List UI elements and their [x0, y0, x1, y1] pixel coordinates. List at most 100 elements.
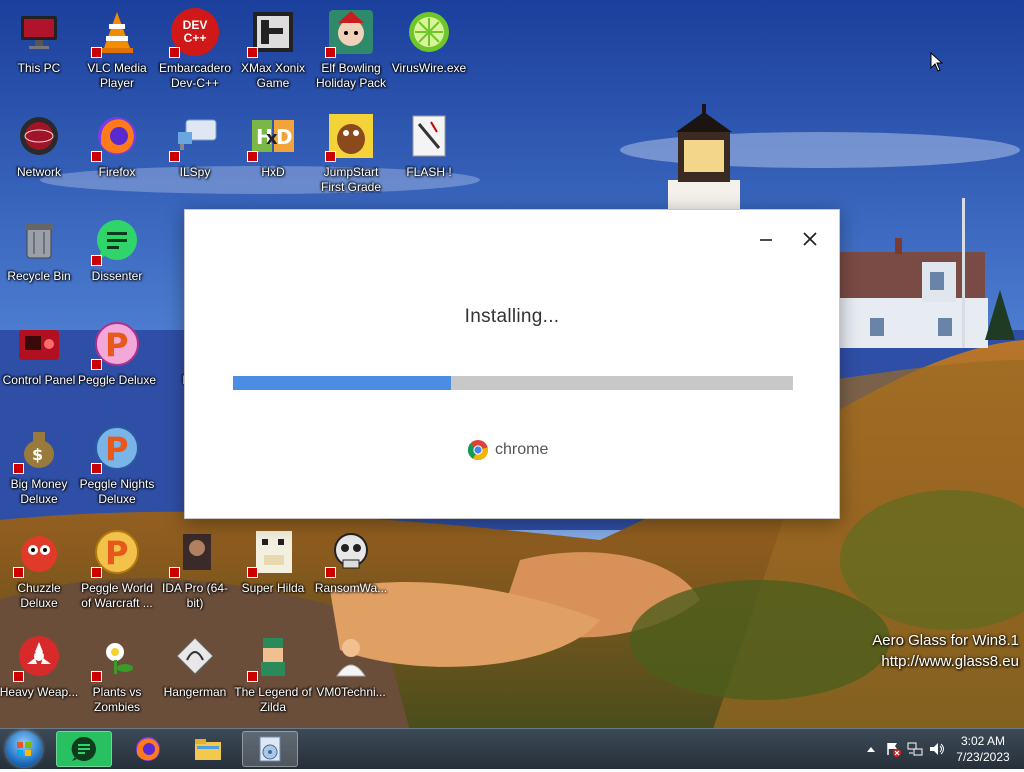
desktop-icon-chuzzle[interactable]: Chuzzle Deluxe	[0, 522, 78, 622]
desktop-icon-vlc[interactable]: VLC Media Player	[78, 2, 156, 102]
install-status-text: Installing...	[464, 306, 560, 327]
icon-label: Network	[16, 165, 61, 179]
desktop-icon-control-panel[interactable]: Control Panel	[0, 314, 78, 414]
network-tray-icon[interactable]	[904, 739, 926, 759]
control-panel-icon	[15, 320, 63, 368]
desktop-icon-this-pc[interactable]: This PC	[0, 2, 78, 102]
close-button[interactable]	[795, 224, 825, 254]
desktop-icon-peggle-wow[interactable]: P Peggle World of Warcraft ...	[78, 522, 156, 622]
svg-text:D: D	[276, 125, 293, 149]
icon-label: Heavy Weap...	[0, 685, 79, 699]
icon-label: JumpStart First Grade	[320, 165, 381, 194]
svg-text:P: P	[105, 534, 128, 572]
taskbar: 3:02 AM 7/23/2023	[0, 728, 1024, 769]
show-hidden-icons-button[interactable]	[860, 739, 882, 759]
icon-label: ILSpy	[179, 165, 211, 179]
elf-bowling-icon	[325, 8, 375, 58]
svg-text:P: P	[105, 326, 128, 364]
mouse-cursor-icon	[930, 52, 944, 72]
start-button[interactable]	[6, 731, 42, 767]
desktop-icon-peggle[interactable]: P Peggle Deluxe	[78, 314, 156, 414]
vlc-cone-icon	[91, 8, 141, 58]
desktop-icon-viruswire[interactable]: VirusWire.exe	[390, 2, 468, 102]
peggle-wow-icon: P	[91, 528, 141, 578]
icon-label: FLASH !	[406, 165, 452, 179]
dissenter-icon	[91, 216, 141, 266]
peggle-icon: P	[91, 320, 141, 370]
desktop-icon-ida-pro[interactable]: IDA Pro (64-bit)	[156, 522, 234, 622]
zilda-icon	[247, 632, 297, 682]
desktop-icon-super-hilda[interactable]: Super Hilda	[234, 522, 312, 622]
volume-icon[interactable]	[926, 739, 948, 759]
chrome-logo-icon	[467, 440, 489, 461]
desktop-icon-hxd[interactable]: HDx HxD	[234, 106, 312, 206]
desktop-icon-devcpp[interactable]: DEV C++ Embarcadero Dev-C++	[156, 2, 234, 102]
taskbar-clock[interactable]: 3:02 AM 7/23/2023	[948, 733, 1018, 765]
icon-label: Plants vs Zombies	[92, 685, 142, 714]
icon-label: XMax Xonix Game	[240, 61, 306, 90]
xonix-icon	[247, 8, 297, 58]
pvz-icon	[91, 632, 141, 682]
hangerman-icon	[171, 632, 219, 680]
watermark-line-2: http://www.glass8.eu	[881, 653, 1019, 670]
desktop-icon-zilda[interactable]: The Legend of Zilda	[234, 626, 312, 726]
desktop-icon-xonix[interactable]: XMax Xonix Game	[234, 2, 312, 102]
icon-label: Super Hilda	[241, 581, 305, 595]
icon-label: Peggle World of Warcraft ...	[81, 581, 153, 610]
svg-text:x: x	[266, 128, 278, 149]
watermark-line-1: Aero Glass for Win8.1	[872, 632, 1019, 649]
action-center-icon[interactable]	[882, 739, 904, 759]
desktop-icon-recycle-bin[interactable]: Recycle Bin	[0, 210, 78, 310]
desktop-icon-flash[interactable]: FLASH !	[390, 106, 468, 206]
icon-label: The Legend of Zilda	[234, 685, 312, 714]
icon-label: Elf Bowling Holiday Pack	[315, 61, 387, 90]
aero-glass-watermark: Aero Glass for Win8.1 http://www.glass8.…	[872, 630, 1019, 672]
icon-label: Big Money Deluxe	[10, 477, 68, 506]
icon-label: This PC	[17, 61, 61, 75]
icon-label: Firefox	[98, 165, 136, 179]
icon-label: Embarcadero Dev-C++	[158, 61, 232, 90]
icon-label: Recycle Bin	[7, 269, 71, 283]
icon-label: VLC Media Player	[87, 61, 147, 90]
chrome-installer-dialog: Installing... chrome	[184, 209, 840, 519]
desktop-icon-dissenter[interactable]: Dissenter	[78, 210, 156, 310]
install-progress-bar	[233, 376, 793, 390]
desktop-icon-firefox[interactable]: Firefox	[78, 106, 156, 206]
doctor-icon	[327, 632, 375, 680]
chrome-brand-name: chrome	[495, 441, 549, 458]
minimize-icon	[760, 239, 772, 241]
desktop-icon-jumpstart[interactable]: JumpStart First Grade	[312, 106, 390, 206]
taskbar-firefox[interactable]	[120, 731, 176, 767]
icon-label: IDA Pro (64-bit)	[161, 581, 229, 610]
chevron-up-icon	[867, 747, 875, 752]
taskbar-installer[interactable]	[242, 731, 298, 767]
firefox-icon	[91, 112, 141, 162]
svg-text:$: $	[32, 445, 43, 464]
icon-label: VirusWire.exe	[391, 61, 467, 75]
close-icon	[803, 232, 817, 246]
minimize-button[interactable]	[751, 224, 781, 254]
devcpp-icon: DEV C++	[169, 8, 219, 58]
icon-label: HxD	[261, 165, 285, 179]
peggle-nights-icon: P	[91, 424, 141, 474]
desktop-icon-peggle-nights[interactable]: P Peggle Nights Deluxe	[78, 418, 156, 518]
desktop-icon-ransomware[interactable]: RansomWa...	[312, 522, 390, 622]
desktop-icon-elf-bowling[interactable]: Elf Bowling Holiday Pack	[312, 2, 390, 102]
desktop-icon-ilspy[interactable]: ILSpy	[156, 106, 234, 206]
icon-label: Control Panel	[2, 373, 76, 387]
desktop-icon-hangerman[interactable]: Hangerman	[156, 626, 234, 726]
firefox-icon	[136, 737, 160, 761]
desktop-icon-pvz[interactable]: Plants vs Zombies	[78, 626, 156, 726]
taskbar-dissenter[interactable]	[56, 731, 112, 767]
desktop-icon-heavy-weapon[interactable]: Heavy Weap...	[0, 626, 78, 726]
icon-label: RansomWa...	[314, 581, 388, 595]
installer-icon	[259, 736, 281, 762]
money-bag-icon: $	[13, 424, 63, 474]
progress-fill	[233, 376, 452, 390]
desktop-icon-big-money[interactable]: $ Big Money Deluxe	[0, 418, 78, 518]
hxd-icon: HDx	[247, 112, 297, 162]
desktop-icon-network[interactable]: Network	[0, 106, 78, 206]
taskbar-file-explorer[interactable]	[180, 731, 236, 767]
desktop-icon-vm0techni[interactable]: VM0Techni...	[312, 626, 390, 726]
network-icon	[15, 112, 63, 160]
